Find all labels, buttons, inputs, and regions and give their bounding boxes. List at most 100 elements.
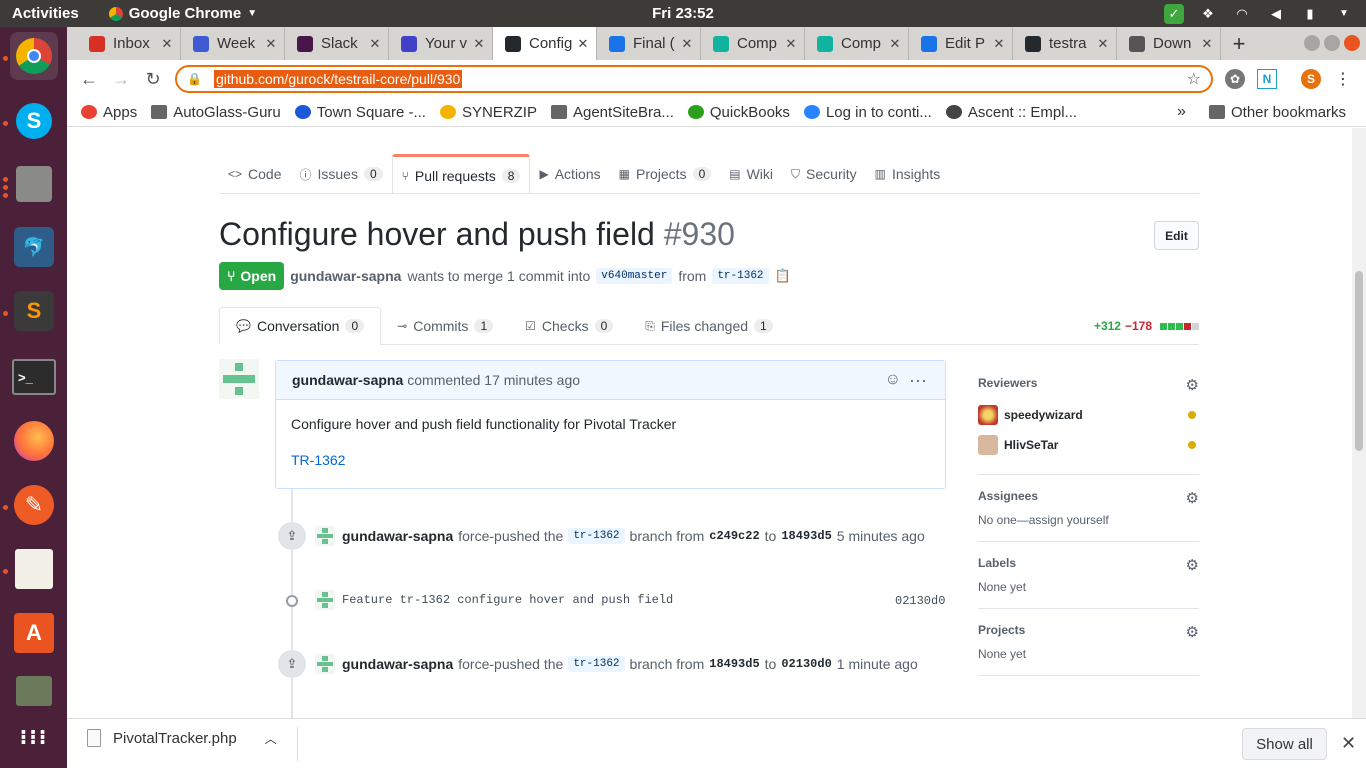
gear-icon[interactable]: ⚙ — [1186, 376, 1199, 394]
dock-item-image-viewer[interactable] — [10, 667, 58, 715]
profile-avatar[interactable]: S — [1301, 69, 1321, 89]
dock-item-mysql-workbench[interactable]: 🐬 — [10, 223, 58, 271]
browser-tab[interactable]: Edit P ✕ — [909, 27, 1013, 60]
app-menu[interactable]: Google Chrome ▼ — [108, 5, 257, 22]
browser-tab[interactable]: Config ✕ — [493, 27, 597, 60]
event-author[interactable]: gundawar-sapna — [342, 528, 453, 544]
repo-tab-issue[interactable]: ⓘ Issues 0 — [290, 154, 391, 194]
clock[interactable]: Fri 23:52 — [652, 5, 714, 22]
avatar[interactable] — [315, 590, 335, 610]
emoji-reaction-icon[interactable]: ☺ — [885, 371, 901, 389]
scrollbar-thumb[interactable] — [1355, 271, 1363, 451]
edit-button[interactable]: Edit — [1154, 221, 1199, 250]
repo-tab-play[interactable]: ▶ Actions — [530, 154, 609, 194]
bookmark-item[interactable]: AutoGlass-Guru — [151, 104, 281, 121]
browser-tab[interactable]: testra ✕ — [1013, 27, 1117, 60]
wifi-icon[interactable]: ◠ — [1232, 4, 1252, 24]
pr-author-link[interactable]: gundawar-sapna — [290, 268, 401, 284]
browser-tab[interactable]: Comp ✕ — [701, 27, 805, 60]
gear-icon[interactable]: ⚙ — [1186, 489, 1199, 507]
tab-close-icon[interactable]: ✕ — [888, 36, 902, 52]
repo-tab-project[interactable]: ▦ Projects 0 — [610, 154, 721, 194]
volume-icon[interactable]: ◀ — [1266, 4, 1286, 24]
bookmark-item[interactable]: QuickBooks — [687, 104, 790, 121]
pr-tab[interactable]: ⊸ Commits 1 — [381, 307, 509, 345]
dock-item-software-center[interactable]: A — [10, 609, 58, 657]
tab-close-icon[interactable]: ✕ — [368, 36, 382, 52]
commit-message[interactable]: Feature tr-1362 configure hover and push… — [342, 593, 673, 607]
back-arrow-icon[interactable]: ← — [73, 63, 105, 95]
show-all-button[interactable]: Show all — [1242, 728, 1327, 760]
bookmarks-overflow-button[interactable]: » — [1177, 103, 1186, 121]
avatar[interactable] — [315, 526, 335, 546]
repo-tab-code[interactable]: <> Code — [219, 154, 290, 194]
bookmark-item[interactable]: AgentSiteBra... — [550, 104, 674, 121]
browser-tab[interactable]: Your v ✕ — [389, 27, 493, 60]
avatar[interactable] — [219, 359, 259, 399]
extension-gear-icon[interactable]: ✿ — [1225, 69, 1245, 89]
browser-tab[interactable]: Down ✕ — [1117, 27, 1221, 60]
more-options-icon[interactable]: ··· — [909, 370, 927, 391]
clipboard-icon[interactable]: 📋 — [775, 268, 791, 284]
repo-tab-graph[interactable]: ▥ Insights — [866, 154, 950, 194]
event-to-sha[interactable]: 02130d0 — [781, 657, 831, 671]
minimize-icon[interactable] — [1304, 35, 1320, 51]
bookmark-item[interactable]: Log in to conti... — [803, 104, 932, 121]
bookmark-item[interactable]: Ascent :: Empl... — [945, 104, 1077, 121]
gear-icon[interactable]: ⚙ — [1186, 623, 1199, 641]
browser-tab[interactable]: Inbox ✕ — [77, 27, 181, 60]
address-bar[interactable]: 🔒 github.com/gurock/testrail-core/pull/9… — [175, 65, 1213, 93]
reviewer-item[interactable]: speedywizard — [978, 400, 1199, 430]
dock-item-text-editor[interactable] — [10, 545, 58, 593]
update-check-icon[interactable]: ✓ — [1164, 3, 1184, 24]
dock-item-firefox[interactable] — [10, 417, 58, 465]
dropbox-icon[interactable]: ❖ — [1198, 4, 1218, 24]
assign-yourself-link[interactable]: No one—assign yourself — [978, 513, 1199, 527]
tab-close-icon[interactable]: ✕ — [784, 36, 798, 52]
comment-time[interactable]: 17 minutes ago — [484, 372, 580, 388]
forward-arrow-icon[interactable]: → — [105, 63, 137, 95]
new-tab-icon[interactable]: + — [1221, 27, 1257, 60]
close-icon[interactable]: ✕ — [1341, 733, 1356, 754]
reload-icon[interactable]: ↻ — [137, 63, 169, 95]
download-item[interactable]: PivotalTracker.php ︿ — [87, 729, 277, 747]
dock-item-chrome[interactable] — [10, 32, 58, 80]
commit-sha[interactable]: 02130d0 — [895, 594, 945, 608]
maximize-icon[interactable] — [1324, 35, 1340, 51]
event-time[interactable]: 1 minute ago — [837, 656, 918, 672]
tab-close-icon[interactable]: ✕ — [472, 36, 486, 52]
browser-tab[interactable]: Slack ✕ — [285, 27, 389, 60]
dock-item-files[interactable] — [10, 160, 58, 208]
base-branch[interactable]: v640master — [596, 268, 673, 284]
reviewer-item[interactable]: HlivSeTar — [978, 430, 1199, 460]
comment-author[interactable]: gundawar-sapna — [292, 372, 403, 388]
tab-close-icon[interactable]: ✕ — [576, 36, 590, 52]
dock-item-skype[interactable]: S — [10, 97, 58, 145]
pr-tab[interactable]: ☑ Checks 0 — [509, 307, 629, 345]
event-time[interactable]: 5 minutes ago — [837, 528, 925, 544]
event-from-sha[interactable]: c249c22 — [709, 529, 759, 543]
lock-icon[interactable]: 🔒 — [187, 72, 202, 86]
gear-icon[interactable]: ⚙ — [1186, 556, 1199, 574]
tab-close-icon[interactable]: ✕ — [680, 36, 694, 52]
extension-n-icon[interactable]: N — [1257, 69, 1277, 89]
power-chevron-icon[interactable]: ▼ — [1334, 4, 1354, 24]
other-bookmarks[interactable]: Other bookmarks — [1209, 104, 1346, 121]
repo-tab-book[interactable]: ▤ Wiki — [720, 154, 782, 194]
event-branch[interactable]: tr-1362 — [568, 528, 625, 544]
tab-close-icon[interactable]: ✕ — [1096, 36, 1110, 52]
tab-close-icon[interactable]: ✕ — [1200, 36, 1214, 52]
event-branch[interactable]: tr-1362 — [568, 656, 625, 672]
chevron-up-icon[interactable]: ︿ — [265, 730, 277, 747]
vertical-scrollbar[interactable] — [1352, 128, 1366, 718]
repo-tab-shield[interactable]: ⛉ Security — [782, 154, 866, 194]
dock-item-terminal[interactable]: >_ — [10, 353, 58, 401]
event-from-sha[interactable]: 18493d5 — [709, 657, 759, 671]
dock-item-postman[interactable]: ✎ — [10, 481, 58, 529]
browser-tab[interactable]: Week ✕ — [181, 27, 285, 60]
close-window-icon[interactable] — [1344, 35, 1360, 51]
browser-tab[interactable]: Comp ✕ — [805, 27, 909, 60]
browser-tab[interactable]: Final (✕ — [597, 27, 701, 60]
dock-item-sublime[interactable]: S — [10, 287, 58, 335]
comment-link[interactable]: TR-1362 — [291, 452, 930, 468]
